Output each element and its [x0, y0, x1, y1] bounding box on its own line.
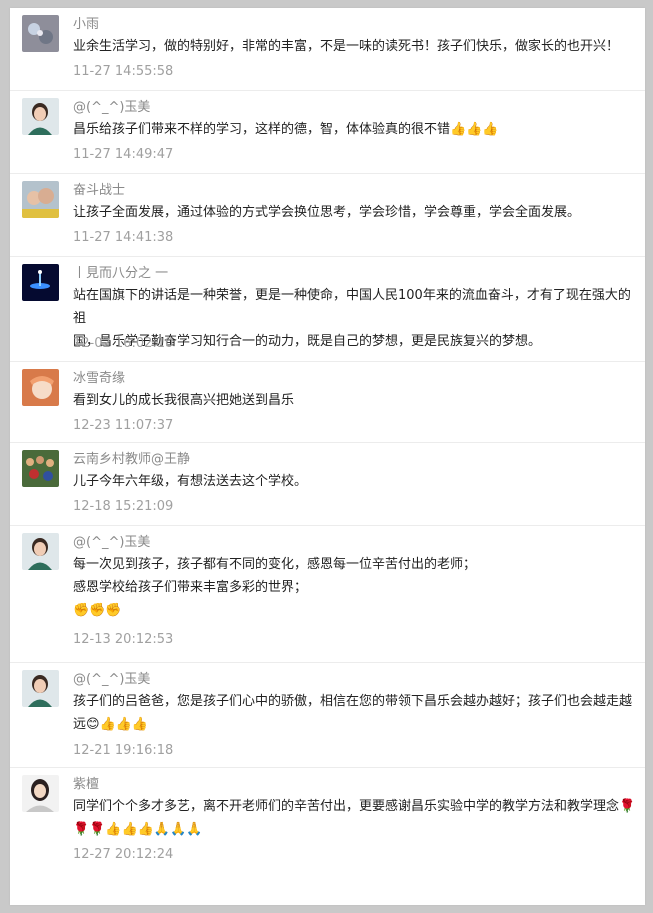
- avatar[interactable]: [22, 450, 59, 487]
- comment-author[interactable]: 丨見而八分之 一: [73, 262, 168, 281]
- comment-item: 小雨 业余生活学习，做的特别好，非常的丰富，不是一味的读死书！孩子们快乐，做家长…: [10, 8, 645, 90]
- comment-time: 11-27 14:49:47: [73, 147, 174, 162]
- avatar[interactable]: [22, 15, 59, 52]
- comment-time: 12-27 20:12:24: [73, 847, 174, 862]
- avatar[interactable]: [22, 533, 59, 570]
- comment-text: 每一次见到孩子，孩子都有不同的变化，感恩每一位辛苦付出的老师； 感恩学校给孩子们…: [73, 557, 477, 618]
- comment-item: 紫檀 同学们个个多才多艺，离不开老师们的辛苦付出，更要感谢昌乐实验中学的教学方法…: [10, 768, 645, 878]
- avatar[interactable]: [22, 264, 59, 301]
- comment-text: 看到女儿的成长我很高兴把她送到昌乐: [73, 393, 295, 408]
- comment-author[interactable]: @(^_^)玉美: [73, 96, 150, 115]
- comment-item: @(^_^)玉美 每一次见到孩子，孩子都有不同的变化，感恩每一位辛苦付出的老师；…: [10, 526, 645, 662]
- comment-author[interactable]: @(^_^)玉美: [73, 531, 150, 550]
- comment-text: 昌乐给孩子们带来不样的学习，这样的德，智，体体验真的很不错👍👍👍: [73, 122, 499, 137]
- comment-item: 冰雪奇缘 看到女儿的成长我很高兴把她送到昌乐 12-23 11:07:37: [10, 362, 645, 442]
- comment-item: @(^_^)玉美 孩子们的吕爸爸，您是孩子们心中的骄傲，相信在您的带领下昌乐会越…: [10, 663, 645, 767]
- comment-author[interactable]: @(^_^)玉美: [73, 668, 150, 687]
- comment-item: 奋斗战士 让孩子全面发展，通过体验的方式学会换位思考，学会珍惜，学会尊重，学会全…: [10, 174, 645, 256]
- comment-item: 云南乡村教师@王静 儿子今年六年级，有想法送去这个学校。 12-18 15:21…: [10, 443, 645, 525]
- comment-time: 11-27 14:41:38: [73, 230, 174, 245]
- comment-author[interactable]: 小雨: [73, 13, 99, 32]
- comment-text: 孩子们的吕爸爸，您是孩子们心中的骄傲，相信在您的带领下昌乐会越办越好；孩子们也会…: [73, 694, 633, 732]
- avatar[interactable]: [22, 98, 59, 135]
- avatar[interactable]: [22, 670, 59, 707]
- comment-text: 同学们个个多才多艺，离不开老师们的辛苦付出，更要感谢昌乐实验中学的教学方法和教学…: [73, 799, 636, 837]
- avatar[interactable]: [22, 369, 59, 406]
- comment-item: 丨見而八分之 一 站在国旗下的讲话是一种荣誉，更是一种使命，中国人民100年来的…: [10, 257, 645, 361]
- avatar[interactable]: [22, 181, 59, 218]
- comment-author[interactable]: 云南乡村教师@王静: [73, 448, 190, 467]
- comment-time: 12-23 11:07:37: [73, 418, 174, 433]
- comment-author[interactable]: 冰雪奇缘: [73, 367, 125, 386]
- comment-time: 11-27 14:55:58: [73, 64, 174, 79]
- comment-author[interactable]: 奋斗战士: [73, 179, 125, 198]
- comment-time: 12-21 19:16:18: [73, 743, 174, 758]
- comment-time: 12-18 15:21:09: [73, 499, 174, 514]
- comment-text: 儿子今年六年级，有想法送去这个学校。: [73, 474, 308, 489]
- comment-item: @(^_^)玉美 昌乐给孩子们带来不样的学习，这样的德，智，体体验真的很不错👍👍…: [10, 91, 645, 173]
- comment-list: 小雨 业余生活学习，做的特别好，非常的丰富，不是一味的读死书！孩子们快乐，做家长…: [10, 8, 645, 905]
- comment-time: 12-13 20:12:53: [73, 632, 174, 647]
- comment-time: 12-02 16:02:10: [73, 336, 174, 351]
- avatar[interactable]: [22, 775, 59, 812]
- comment-text: 让孩子全面发展，通过体验的方式学会换位思考，学会珍惜，学会尊重，学会全面发展。: [73, 205, 581, 220]
- comment-text: 业余生活学习，做的特别好，非常的丰富，不是一味的读死书！孩子们快乐，做家长的也开…: [73, 39, 620, 54]
- comment-author[interactable]: 紫檀: [73, 773, 99, 792]
